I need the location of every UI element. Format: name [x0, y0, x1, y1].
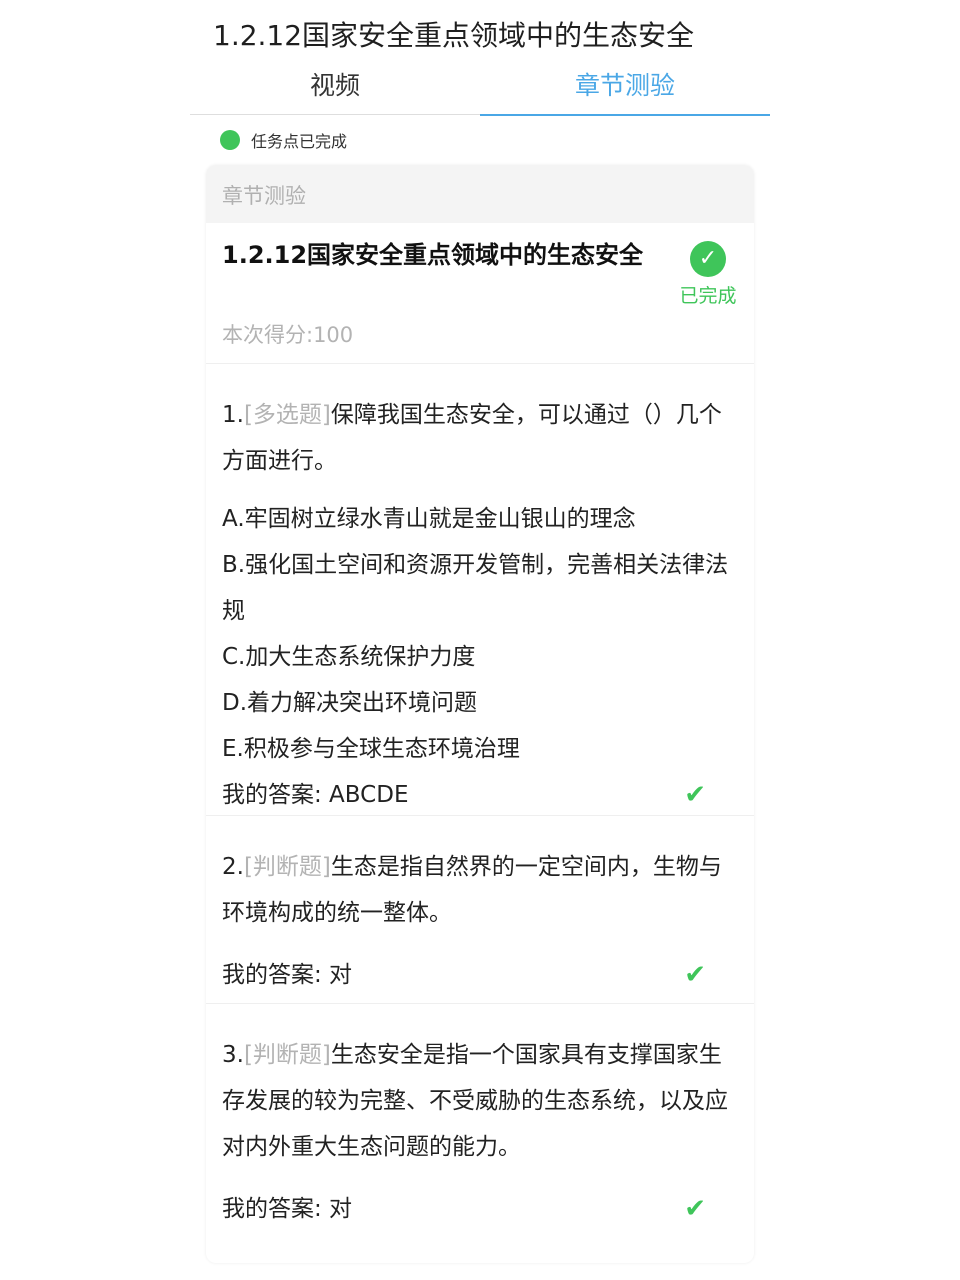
card-header: 章节测验	[206, 165, 754, 223]
question-number: 2.	[222, 854, 244, 880]
tab-video[interactable]: 视频	[190, 66, 480, 102]
my-answer-text: 我的答案: ABCDE	[222, 782, 409, 808]
active-tab-indicator	[480, 114, 770, 116]
check-circle-icon: ✓	[690, 241, 726, 277]
status-dot-icon	[220, 130, 240, 150]
question-type: [判断题]	[243, 1042, 331, 1068]
question-text: 3.[判断题]生态安全是指一个国家具有支撑国家生存发展的较为完整、不受威胁的生态…	[222, 1032, 738, 1170]
option-list: A.牢固树立绿水青山就是金山银山的理念 B.强化国土空间和资源开发管制，完善相关…	[222, 496, 738, 772]
tab-chapter-quiz[interactable]: 章节测验	[480, 66, 770, 102]
option-e: E.积极参与全球生态环境治理	[222, 736, 520, 762]
my-answer: 我的答案: ABCDE ✔	[222, 772, 738, 818]
my-answer-text: 我的答案: 对	[222, 1196, 353, 1222]
question-text: 2.[判断题]生态是指自然界的一定空间内，生物与环境构成的统一整体。	[222, 844, 738, 936]
question-3: 3.[判断题]生态安全是指一个国家具有支撑国家生存发展的较为完整、不受威胁的生态…	[206, 1004, 754, 1232]
question-1: 1.[多选题]保障我国生态安全，可以通过（）几个方面进行。 A.牢固树立绿水青山…	[206, 364, 754, 816]
quiz-summary: 1.2.12国家安全重点领域中的生态安全 本次得分:100 ✓ 已完成	[206, 223, 754, 364]
question-type: [多选题]	[243, 402, 331, 428]
option-b: B.强化国土空间和资源开发管制，完善相关法律法规	[222, 552, 729, 624]
tab-bar: 视频 章节测验	[190, 60, 770, 116]
option-d: D.着力解决突出环境问题	[222, 690, 478, 716]
correct-check-icon: ✔	[684, 780, 706, 810]
page: 1.2.12国家安全重点领域中的生态安全 视频 章节测验 任务点已完成 章节测验…	[0, 0, 960, 1280]
quiz-title: 1.2.12国家安全重点领域中的生态安全	[222, 241, 644, 269]
my-answer-text: 我的答案: 对	[222, 962, 353, 988]
completed-label: 已完成	[679, 285, 737, 307]
option-c: C.加大生态系统保护力度	[222, 644, 476, 670]
option-a: A.牢固树立绿水青山就是金山银山的理念	[222, 506, 636, 532]
question-number: 1.	[222, 402, 244, 428]
question-text: 1.[多选题]保障我国生态安全，可以通过（）几个方面进行。	[222, 392, 738, 484]
correct-check-icon: ✔	[684, 1194, 706, 1224]
question-type: [判断题]	[243, 854, 331, 880]
completed-badge: ✓ 已完成	[676, 241, 740, 308]
task-status-label: 任务点已完成	[251, 132, 348, 151]
page-title: 1.2.12国家安全重点领域中的生态安全	[213, 19, 695, 52]
my-answer: 我的答案: 对 ✔	[222, 952, 738, 998]
task-status: 任务点已完成	[220, 128, 347, 152]
question-number: 3.	[222, 1042, 244, 1068]
question-2: 2.[判断题]生态是指自然界的一定空间内，生物与环境构成的统一整体。 我的答案:…	[206, 816, 754, 1004]
correct-check-icon: ✔	[684, 960, 706, 990]
quiz-score: 本次得分:100	[222, 323, 354, 347]
my-answer: 我的答案: 对 ✔	[222, 1186, 738, 1232]
quiz-card: 章节测验 1.2.12国家安全重点领域中的生态安全 本次得分:100 ✓ 已完成…	[206, 165, 754, 1263]
